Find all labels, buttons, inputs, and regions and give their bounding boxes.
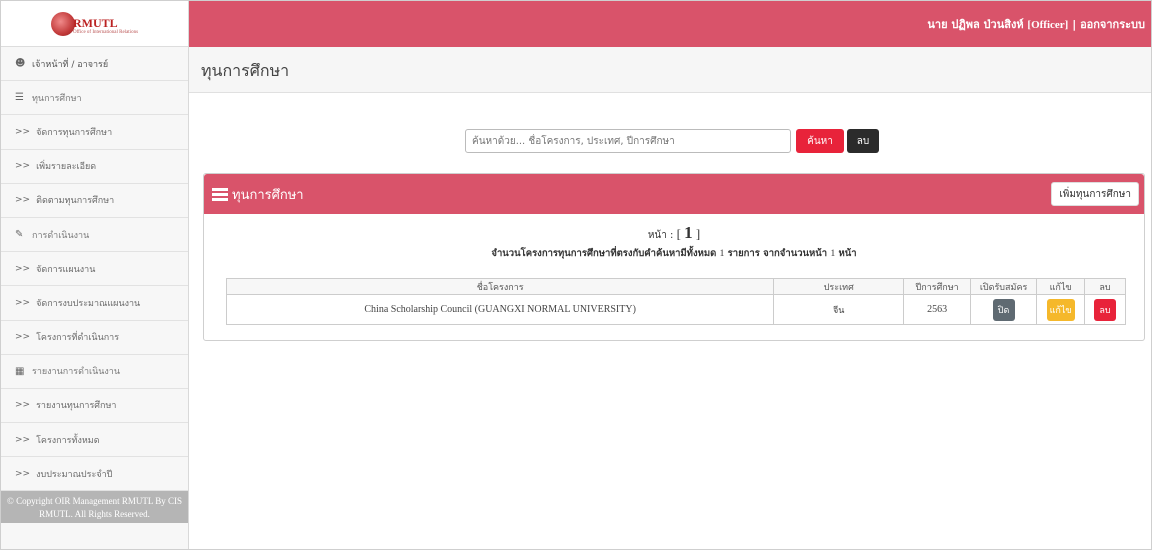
- sidebar-item-staff[interactable]: ☻ เจ้าหน้าที่ / อาจารย์: [1, 47, 188, 82]
- logout-link[interactable]: ออกจากระบบ: [1080, 18, 1145, 31]
- page-label: หน้า :: [647, 230, 674, 241]
- user-info: นาย ปฏิพล ป่วนสิงห์ [Officer] | ออกจากระ…: [927, 15, 1145, 33]
- search-button[interactable]: ค้นหา: [796, 129, 844, 153]
- brand-logo-subtitle: Office of International Relations: [72, 29, 139, 35]
- page-header: ทุนการศึกษา: [189, 47, 1151, 93]
- sidebar-item-label: จัดการทุนการศึกษา: [36, 127, 113, 138]
- sidebar-item-manage-plans[interactable]: >> จัดการแผนงาน: [1, 252, 188, 287]
- sidebar-item-label: โครงการที่ดำเนินการ: [36, 333, 120, 344]
- search-input[interactable]: [465, 129, 791, 153]
- sidebar-item-manage-scholarship[interactable]: >> จัดการทุนการศึกษา: [1, 115, 188, 150]
- sidebar-item-add-details[interactable]: >> เพิ่มรายละเอียด: [1, 150, 188, 184]
- sidebar-item-label: งบประมาณประจำปี: [36, 469, 113, 480]
- sidebar-item-label: จัดการงบประมาณแผนงาน: [36, 298, 141, 309]
- close-registration-button[interactable]: ปิด: [992, 298, 1015, 321]
- user-separator: |: [1072, 18, 1077, 31]
- sidebar-item-manage-budget[interactable]: >> จัดการงบประมาณแผนงาน: [1, 286, 188, 321]
- panel-header: ทุนการศึกษา เพิ่มทุนการศึกษา: [204, 174, 1144, 214]
- sidebar-item-label: ทุนการศึกษา: [32, 93, 82, 104]
- clear-button[interactable]: ลบ: [847, 129, 879, 153]
- delete-button[interactable]: ลบ: [1094, 298, 1116, 321]
- sidebar-item-annual-budget[interactable]: >> งบประมาณประจำปี: [1, 457, 188, 492]
- search-bar: ค้นหา ลบ: [465, 129, 879, 153]
- sidebar-item-label: รายงานทุนการศึกษา: [36, 401, 117, 412]
- cell-country: จีน: [773, 294, 905, 325]
- sidebar-item-all-projects[interactable]: >> โครงการทั้งหมด: [1, 423, 188, 458]
- scholarship-table: ชื่อโครงการ ประเทศ ปีการศึกษา เปิดรับสมั…: [225, 278, 1126, 325]
- edit-button[interactable]: แก้ไข: [1046, 298, 1075, 321]
- sidebar-item-label: รายงานการดำเนินงาน: [32, 367, 120, 378]
- scholarship-icon: ☰: [15, 92, 24, 104]
- col-academic-year: ปีการศึกษา: [903, 278, 972, 295]
- col-edit: แก้ไข: [1036, 278, 1086, 295]
- page-indicator: หน้า : [ 1 ]: [647, 223, 701, 242]
- add-scholarship-button[interactable]: เพิ่มทุนการศึกษา: [1051, 182, 1139, 206]
- sidebar: RMUTL Office of International Relations …: [1, 1, 189, 549]
- brand-emblem-icon: [50, 11, 75, 36]
- result-summary: จำนวนโครงการทุนการศึกษาที่ตรงกับคำค้นหาม…: [491, 248, 857, 259]
- copyright-notice: © Copyright OIR Management RMUTL By CIS …: [1, 491, 188, 524]
- top-bar: นาย ปฏิพล ป่วนสิงห์ [Officer] | ออกจากระ…: [189, 1, 1151, 47]
- list-icon: [212, 187, 228, 202]
- sidebar-item-scholarship-report[interactable]: >> รายงานทุนการศึกษา: [1, 389, 188, 424]
- sidebar-item-projects-in-progress[interactable]: >> โครงการที่ดำเนินการ: [1, 321, 188, 355]
- sidebar-item-track-scholarship[interactable]: >> ติดตามทุนการศึกษา: [1, 184, 188, 218]
- report-icon: ▦: [15, 365, 25, 377]
- table-row: China Scholarship Council (GUANGXI NORMA…: [225, 294, 1126, 325]
- sidebar-item-label: เจ้าหน้าที่ / อาจารย์: [32, 59, 109, 70]
- brand-logo: RMUTL Office of International Relations: [50, 11, 139, 36]
- cell-project-name: China Scholarship Council (GUANGXI NORMA…: [225, 294, 775, 325]
- sidebar-section-reports: ▦ รายงานการดำเนินงาน: [1, 355, 188, 389]
- sidebar-item-label: จัดการแผนงาน: [36, 264, 96, 275]
- brand-logo-text: RMUTL: [72, 15, 118, 30]
- user-icon: ☻: [15, 58, 26, 70]
- panel-title: ทุนการศึกษา: [232, 188, 304, 203]
- cell-academic-year: 2563: [903, 294, 972, 325]
- col-project-name: ชื่อโครงการ: [225, 278, 775, 295]
- sidebar-section-operations: ✎ การดำเนินงาน: [1, 218, 188, 253]
- sidebar-item-label: โครงการทั้งหมด: [36, 435, 100, 446]
- operation-icon: ✎: [15, 229, 24, 241]
- logo-area[interactable]: RMUTL Office of International Relations: [1, 1, 188, 47]
- sidebar-item-label: การดำเนินงาน: [32, 230, 90, 241]
- scholarship-panel: ทุนการศึกษา เพิ่มทุนการศึกษา หน้า : [ 1 …: [203, 173, 1145, 341]
- page-number-link[interactable]: 1: [684, 223, 693, 242]
- col-open-status: เปิดรับสมัคร: [970, 278, 1038, 295]
- sidebar-section-scholarship: ☰ ทุนการศึกษา: [1, 81, 188, 116]
- user-name: นาย ปฏิพล ป่วนสิงห์: [927, 18, 1024, 31]
- sidebar-item-label: ติดตามทุนการศึกษา: [36, 196, 115, 207]
- result-count: 1: [719, 249, 725, 259]
- col-delete: ลบ: [1084, 278, 1126, 295]
- user-role: [Officer]: [1027, 19, 1069, 31]
- page-count: 1: [830, 249, 836, 259]
- col-country: ประเทศ: [773, 278, 905, 295]
- sidebar-item-label: เพิ่มรายละเอียด: [36, 162, 97, 173]
- page-title: ทุนการศึกษา: [201, 61, 290, 80]
- table-header-row: ชื่อโครงการ ประเทศ ปีการศึกษา เปิดรับสมั…: [225, 278, 1126, 295]
- app-window: RMUTL Office of International Relations …: [0, 0, 1152, 550]
